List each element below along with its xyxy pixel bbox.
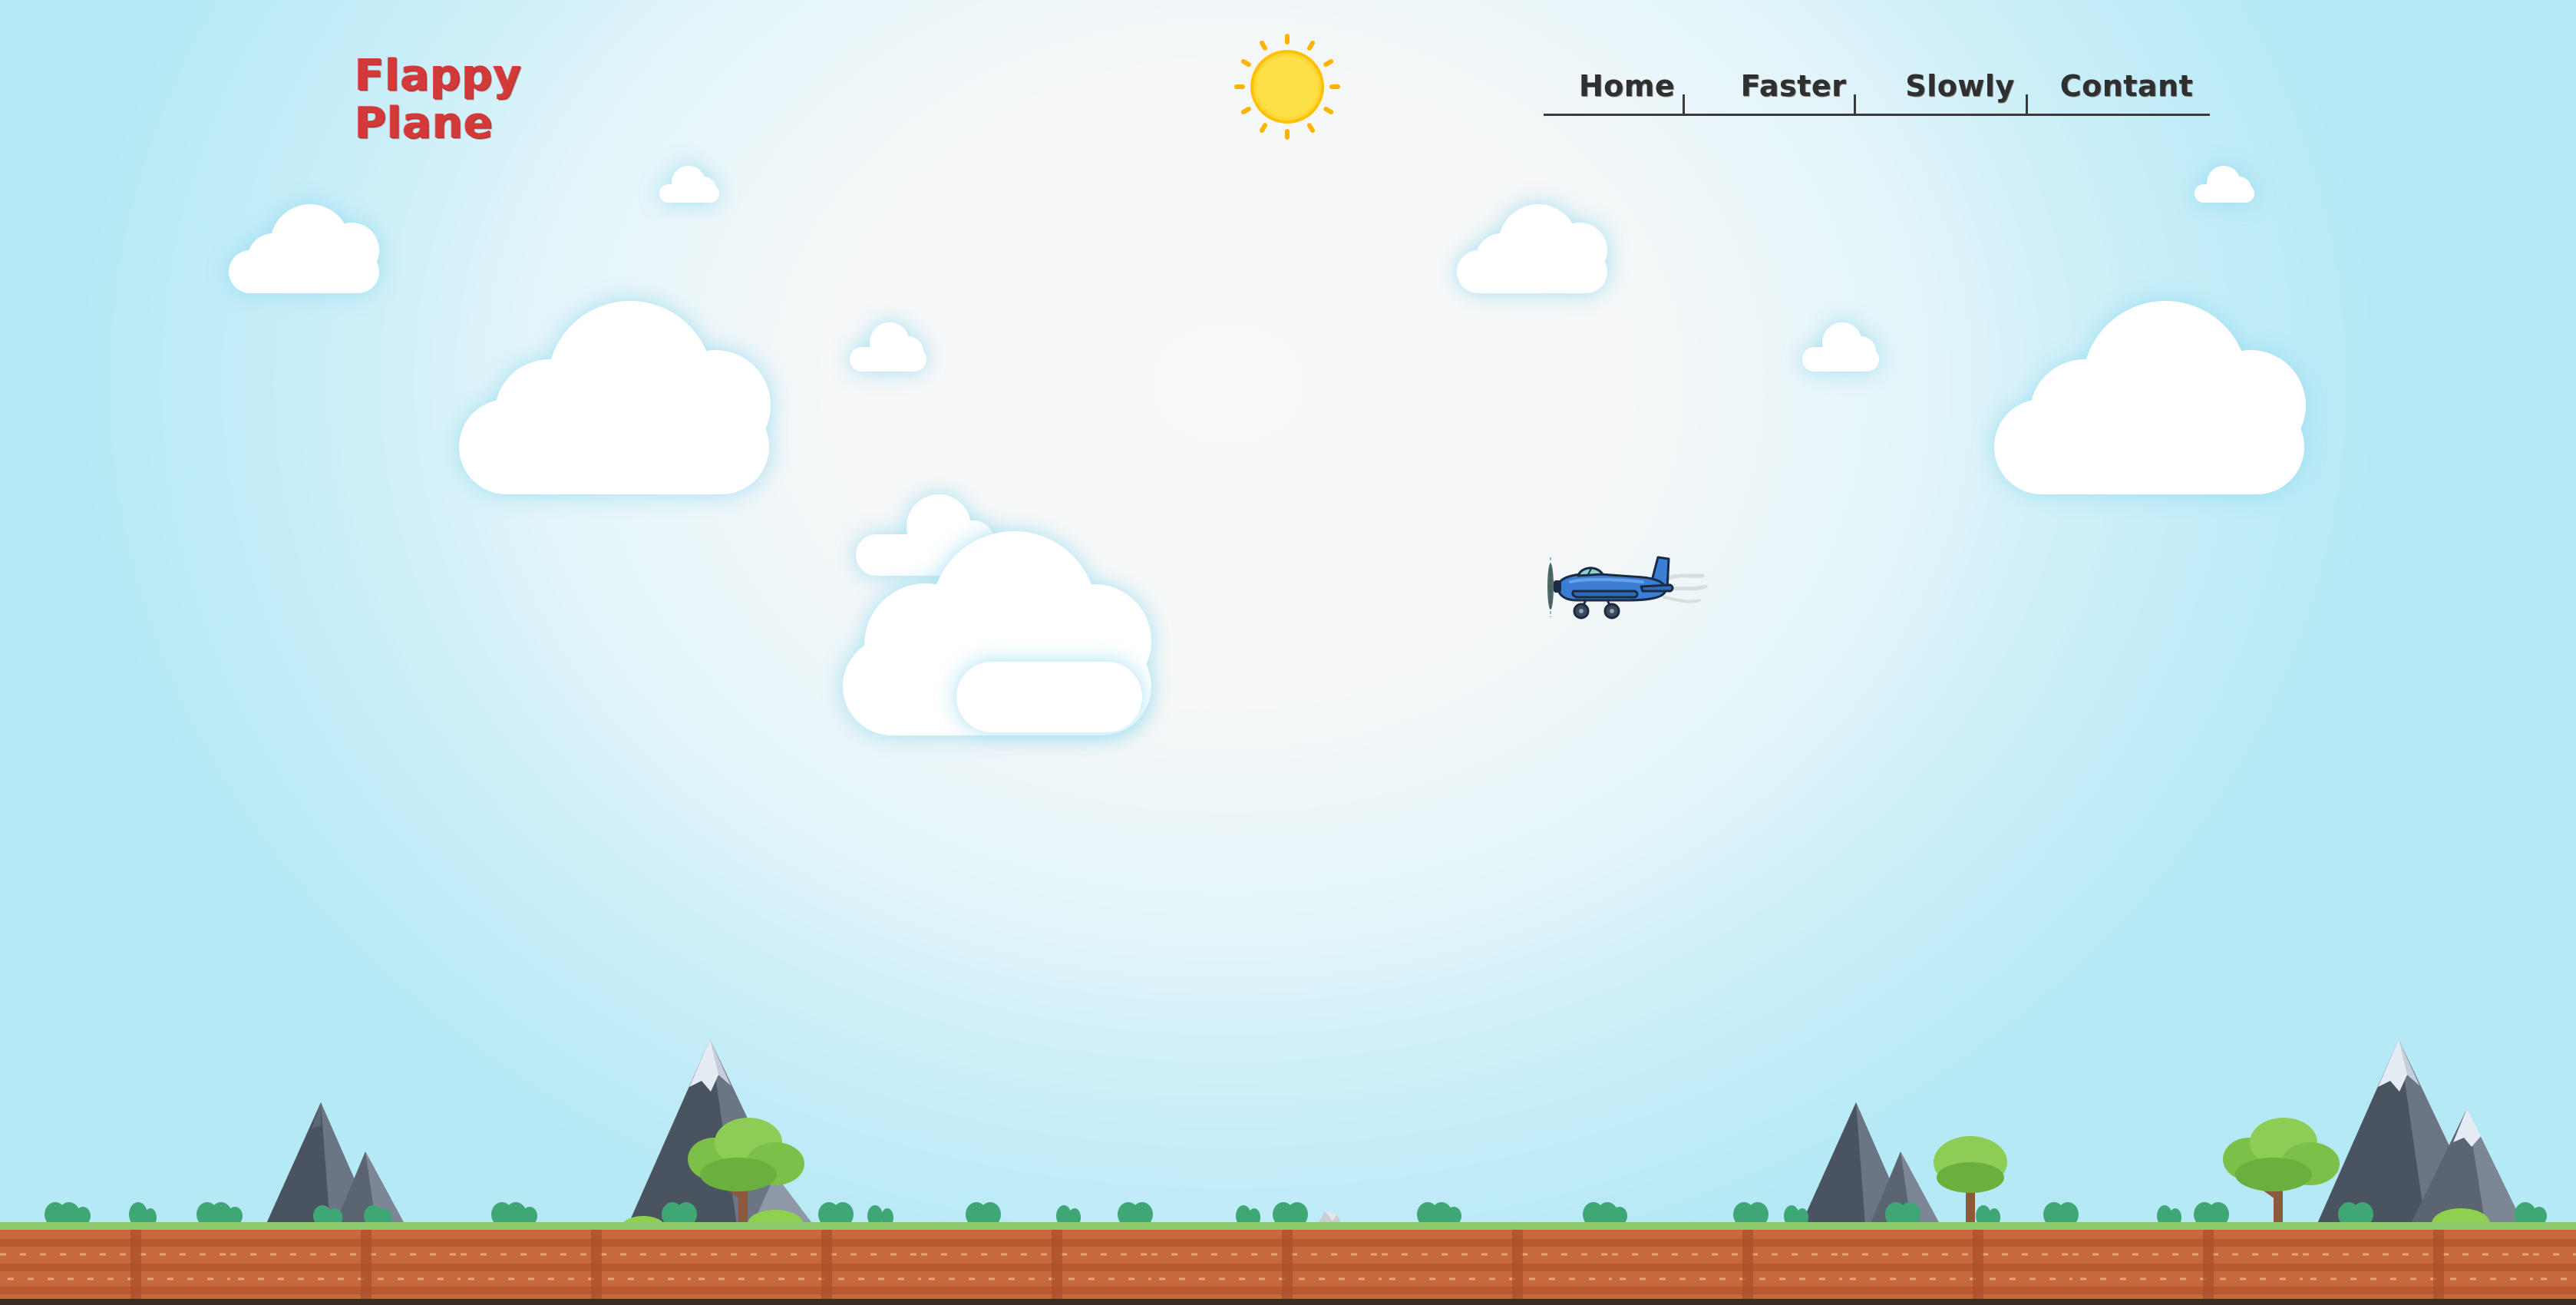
main-nav: Home Faster Slowly Contant xyxy=(1544,66,2210,116)
ground-pattern xyxy=(0,1230,2576,1305)
cloud-icon xyxy=(2191,161,2256,204)
nav-faster[interactable]: Faster xyxy=(1710,66,1877,114)
nav-divider xyxy=(1854,94,1856,116)
sun-icon xyxy=(1233,32,1342,141)
cloud-icon xyxy=(1801,315,1881,373)
nav-slowly[interactable]: Slowly xyxy=(1877,66,2043,114)
nav-contant[interactable]: Contant xyxy=(2043,66,2210,114)
logo-line-1: Flappy xyxy=(355,51,522,101)
ground-edge xyxy=(0,1299,2576,1305)
mountain-icon xyxy=(2317,1039,2524,1225)
cloud-icon xyxy=(1993,299,2306,496)
player-plane-icon xyxy=(1543,547,1712,623)
nav-divider xyxy=(2026,94,2028,116)
ground xyxy=(0,1222,2576,1305)
grass-strip xyxy=(0,1222,2576,1230)
cloud-icon xyxy=(656,161,721,204)
game-stage[interactable]: Flappy Plane Home Faster Slowly Contant xyxy=(0,0,2576,1305)
landscape-scene xyxy=(45,1039,2547,1228)
cloud-icon xyxy=(227,192,384,295)
mountain-icon xyxy=(1801,1102,1940,1225)
mountain-icon xyxy=(266,1102,405,1225)
cloud-icon xyxy=(1455,192,1612,295)
logo-line-2: Plane xyxy=(355,98,494,148)
cloud-icon xyxy=(457,299,771,496)
nav-divider xyxy=(1683,94,1685,116)
cloud-icon xyxy=(848,315,928,373)
cloud-icon xyxy=(955,660,1144,734)
nav-home[interactable]: Home xyxy=(1544,66,1710,114)
game-logo: Flappy Plane xyxy=(355,52,554,147)
tree-icon xyxy=(2223,1118,2340,1225)
